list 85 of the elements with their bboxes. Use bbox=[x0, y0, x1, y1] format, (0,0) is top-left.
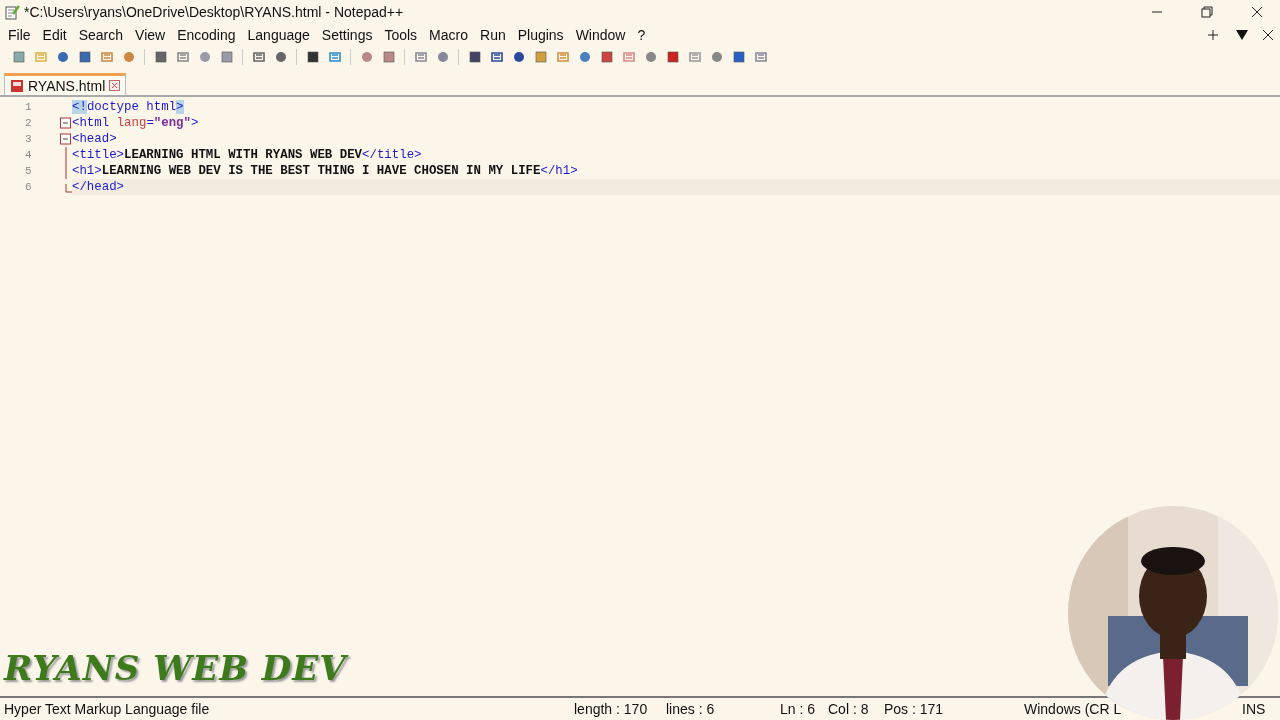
line-ending-label: Windows (CR L bbox=[1023, 701, 1123, 717]
code-line: <title>LEARNING HTML WITH RYANS WEB DEV</title> bbox=[72, 147, 422, 163]
line-number: 1 bbox=[24, 100, 33, 115]
menu-item[interactable]: Encoding bbox=[171, 27, 242, 43]
plus-icon bbox=[1207, 29, 1219, 41]
toolbar-icon bbox=[413, 50, 428, 64]
toolbar-icon bbox=[489, 50, 504, 64]
toolbar-icon bbox=[665, 50, 680, 64]
toolbar-icon bbox=[77, 50, 92, 64]
toolbar-button[interactable] bbox=[466, 48, 483, 66]
toolbar-icon bbox=[709, 50, 724, 64]
toolbar-icon bbox=[467, 50, 482, 64]
toolbar-icon bbox=[55, 50, 70, 64]
restore-icon bbox=[1201, 6, 1213, 18]
code-line: </head> bbox=[72, 179, 125, 195]
toolbar-icon bbox=[359, 50, 374, 64]
toolbar-icon bbox=[533, 50, 548, 64]
file-type-label: Hyper Text Markup Language file bbox=[3, 701, 211, 717]
line-number: 6 bbox=[24, 180, 33, 195]
toolbar-button[interactable] bbox=[76, 48, 93, 66]
toolbar-icon bbox=[643, 50, 658, 64]
toolbar-icon bbox=[99, 50, 114, 64]
toolbar-button[interactable] bbox=[152, 48, 169, 66]
line-number: 5 bbox=[24, 164, 33, 179]
toolbar-icon bbox=[435, 50, 450, 64]
toolbar-icon bbox=[511, 50, 526, 64]
close-icon bbox=[1262, 29, 1274, 41]
toolbar-button[interactable] bbox=[730, 48, 747, 66]
save-icon bbox=[10, 78, 24, 93]
menu-item[interactable]: ? bbox=[631, 27, 652, 43]
code-line: <!doctype html> bbox=[72, 99, 184, 115]
menu-item[interactable]: View bbox=[129, 27, 172, 43]
line-number: 4 bbox=[24, 148, 33, 163]
toolbar-icon bbox=[577, 50, 592, 64]
lines-label: lines : 6 bbox=[665, 701, 716, 717]
position-label: Pos : 171 bbox=[883, 701, 945, 717]
code-line: <h1>LEARNING WEB DEV IS THE BEST THING I HAVE CHOSEN IN MY LIFE</h1> bbox=[72, 163, 578, 179]
toolbar-icon bbox=[753, 50, 768, 64]
menu-item[interactable]: Settings bbox=[315, 27, 379, 43]
toolbar-button[interactable] bbox=[664, 48, 681, 66]
toolbar-icon bbox=[621, 50, 636, 64]
toolbar-icon bbox=[305, 50, 320, 64]
fold-marker-icon[interactable] bbox=[60, 131, 71, 147]
toolbar-icon bbox=[731, 50, 746, 64]
line-number: 3 bbox=[24, 132, 33, 147]
fold-marker-icon[interactable] bbox=[60, 115, 71, 131]
window-title: *C:\Users\ryans\OneDrive\Desktop\RYANS.html - Notepad++ bbox=[24, 4, 405, 20]
toolbar-icon bbox=[11, 50, 26, 64]
toolbar-icon bbox=[153, 50, 168, 64]
toolbar-icon bbox=[687, 50, 702, 64]
toolbar-button[interactable] bbox=[304, 48, 321, 66]
toolbar-button[interactable] bbox=[598, 48, 615, 66]
menu-item[interactable]: Language bbox=[241, 27, 316, 43]
toolbar-icon bbox=[33, 50, 48, 64]
menu-item[interactable]: Tools bbox=[378, 27, 424, 43]
line-position-label: Ln : 6 bbox=[779, 701, 817, 717]
close-icon bbox=[1251, 6, 1263, 18]
overlay-caption: RYANS WEB DEV bbox=[4, 648, 347, 688]
caret-icon bbox=[1235, 29, 1249, 41]
menu-item[interactable]: File bbox=[2, 27, 37, 43]
toolbar-icon bbox=[273, 50, 288, 64]
toolbar-icon bbox=[251, 50, 266, 64]
menu-item[interactable]: Window bbox=[569, 27, 632, 43]
toolbar-icon bbox=[175, 50, 190, 64]
toolbar-icon bbox=[327, 50, 342, 64]
file-tab[interactable]: RYANS.html bbox=[4, 73, 127, 95]
close-icon[interactable] bbox=[109, 80, 121, 91]
menu-item[interactable]: Plugins bbox=[511, 27, 570, 43]
toolbar-icon bbox=[599, 50, 614, 64]
code-line: <html lang="eng"> bbox=[72, 115, 199, 131]
toolbar-icon bbox=[381, 50, 396, 64]
notepad-icon bbox=[4, 4, 20, 20]
menu-item[interactable]: Macro bbox=[423, 27, 474, 43]
toolbar-icon bbox=[197, 50, 212, 64]
toolbar-icon bbox=[555, 50, 570, 64]
code-line: <head> bbox=[72, 131, 117, 147]
length-label: length : 170 bbox=[573, 701, 649, 717]
menu-item[interactable]: Run bbox=[474, 27, 512, 43]
column-label: Col : 8 bbox=[827, 701, 870, 717]
menu-item[interactable]: Edit bbox=[36, 27, 73, 43]
toolbar-icon bbox=[219, 50, 234, 64]
menu-item[interactable]: Search bbox=[72, 27, 130, 43]
insert-mode-label: INS bbox=[1241, 701, 1267, 717]
line-number: 2 bbox=[24, 116, 33, 131]
toolbar-icon bbox=[121, 50, 136, 64]
